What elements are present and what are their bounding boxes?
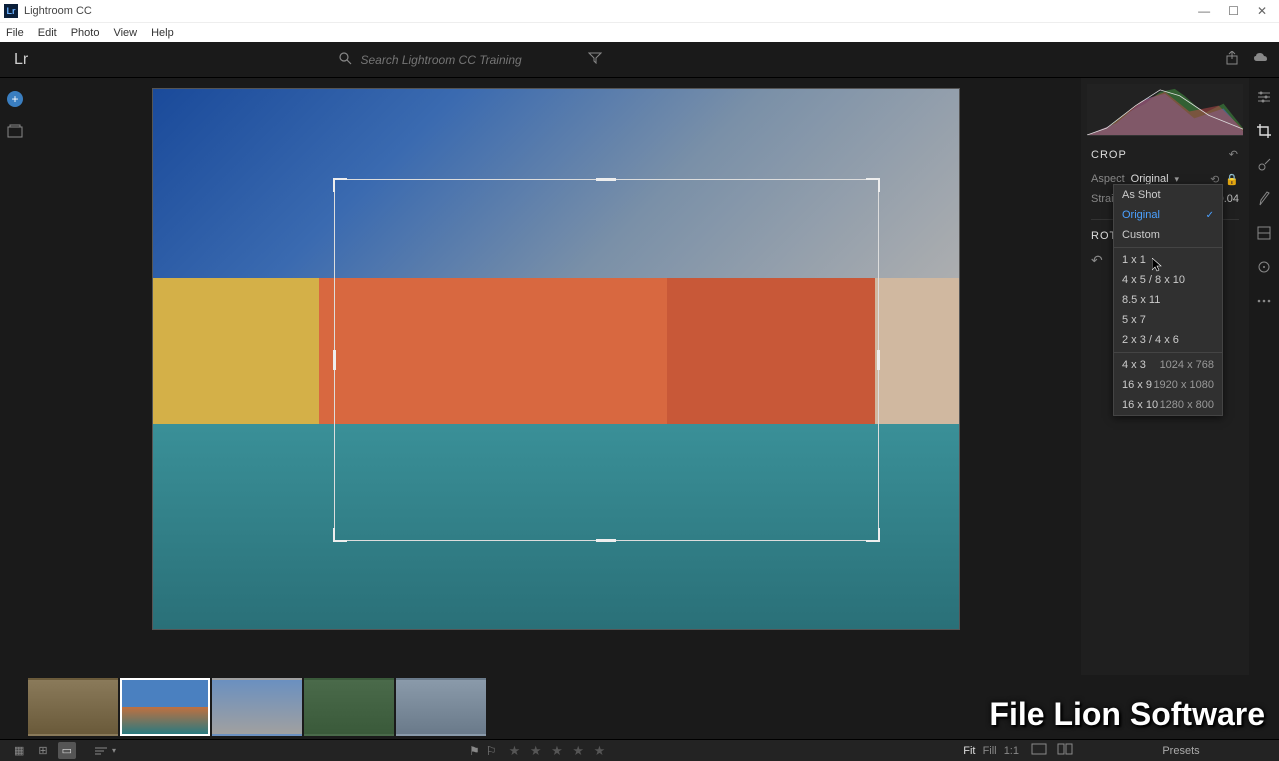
app-icon: Lr [4,4,18,18]
square-grid-icon[interactable]: ⊞ [34,742,51,759]
my-photos-icon[interactable] [6,122,24,140]
app-header: Lr [0,42,1279,78]
menu-edit[interactable]: Edit [38,27,57,39]
crop-handle-tr[interactable] [866,178,880,192]
search-bar[interactable] [339,52,602,68]
edit-sliders-icon[interactable] [1255,88,1273,106]
linear-gradient-icon[interactable] [1255,224,1273,242]
crop-handle-br[interactable] [866,528,880,542]
crop-rectangle[interactable] [334,179,879,541]
sort-menu[interactable]: ▾ [94,746,116,756]
flag-reject-icon[interactable]: ⚐ [486,744,497,758]
radial-gradient-icon[interactable] [1255,258,1273,276]
chevron-down-icon: ▾ [112,746,116,755]
reset-crop-icon[interactable]: ↶ [1229,148,1239,161]
watermark-text: File Lion Software [989,696,1265,733]
crop-handle-bl[interactable] [333,528,347,542]
bottom-toolbar: ▦ ⊞ ▭ ▾ ⚑ ⚐ ★ ★ ★ ★ ★ Fit Fill 1:1 [0,739,1083,761]
aspect-option-5x7[interactable]: 5 x 7 [1114,310,1222,330]
edit-panel: CROP ↶ Aspect Original ▾ ⟲ 🔒 Straighten … [1081,78,1249,675]
aspect-lock-icon[interactable]: 🔒 [1225,173,1239,186]
compare-view-icon[interactable] [1057,743,1073,758]
histogram [1087,84,1243,136]
minimize-button[interactable]: — [1198,4,1210,18]
flag-pick-icon[interactable]: ⚑ [469,744,480,758]
crop-handle-left[interactable] [333,350,336,370]
crop-handle-right[interactable] [877,350,880,370]
brush-tool-icon[interactable] [1255,190,1273,208]
thumbnail[interactable] [304,678,394,736]
canvas[interactable] [30,78,1081,675]
aspect-option-as-shot[interactable]: As Shot [1114,185,1222,205]
aspect-option-2x3[interactable]: 2 x 3 / 4 x 6 [1114,330,1222,350]
aspect-ratio-menu[interactable]: As Shot Original✓ Custom 1 x 1 4 x 5 / 8… [1113,184,1223,416]
grid-view-icon[interactable]: ▦ [10,742,28,759]
add-photos-button[interactable]: + [6,90,24,108]
photo-preview[interactable] [152,88,960,630]
share-icon[interactable] [1225,51,1239,68]
app-title: Lightroom CC [24,5,92,17]
filter-icon[interactable] [588,52,602,67]
menu-help[interactable]: Help [151,27,174,39]
healing-brush-icon[interactable] [1255,156,1273,174]
show-original-icon[interactable] [1031,743,1047,758]
thumbnail[interactable] [120,678,210,736]
crop-panel-header: CROP ↶ [1091,148,1239,161]
crop-handle-tl[interactable] [333,178,347,192]
thumbnail[interactable] [28,678,118,736]
aspect-option-original[interactable]: Original✓ [1114,205,1222,225]
crop-handle-top[interactable] [596,178,616,181]
crop-handle-bottom[interactable] [596,539,616,542]
rating-stars[interactable]: ★ ★ ★ ★ ★ [509,743,609,759]
aspect-chevron-icon[interactable]: ▾ [1175,174,1180,185]
menu-file[interactable]: File [6,27,24,39]
aspect-option-1x1[interactable]: 1 x 1 [1114,250,1222,270]
zoom-fill[interactable]: Fill [981,745,999,757]
window-titlebar: Lr Lightroom CC — ☐ ✕ [0,0,1279,22]
more-tools-icon[interactable] [1255,292,1273,310]
aspect-option-4x5[interactable]: 4 x 5 / 8 x 10 [1114,270,1222,290]
left-rail: + [0,78,30,675]
menu-bar: File Edit Photo View Help [0,22,1279,42]
detail-view-icon[interactable]: ▭ [58,742,76,759]
zoom-fit[interactable]: Fit [961,745,977,757]
close-button[interactable]: ✕ [1257,4,1267,18]
aspect-option-85x11[interactable]: 8.5 x 11 [1114,290,1222,310]
presets-button[interactable]: Presets [1083,739,1279,761]
aspect-option-16x9[interactable]: 16 x 91920 x 1080 [1114,375,1222,395]
tool-rail [1249,78,1279,675]
crop-tool-icon[interactable] [1255,122,1273,140]
rotate-ccw-icon[interactable]: ↶ [1091,252,1103,269]
aspect-option-4x3[interactable]: 4 x 31024 x 768 [1114,355,1222,375]
zoom-1to1[interactable]: 1:1 [1002,745,1021,757]
filmstrip: File Lion Software [0,675,1279,739]
aspect-option-custom[interactable]: Custom [1114,225,1222,245]
logo: Lr [14,51,28,69]
maximize-button[interactable]: ☐ [1228,4,1239,18]
thumbnail[interactable] [212,678,302,736]
aspect-option-16x10[interactable]: 16 x 101280 x 800 [1114,395,1222,415]
thumbnail[interactable] [396,678,486,736]
crop-title: CROP [1091,149,1127,161]
search-icon [339,52,352,68]
menu-photo[interactable]: Photo [71,27,100,39]
search-input[interactable] [360,53,540,67]
cloud-sync-icon[interactable] [1253,51,1269,68]
menu-view[interactable]: View [113,27,137,39]
